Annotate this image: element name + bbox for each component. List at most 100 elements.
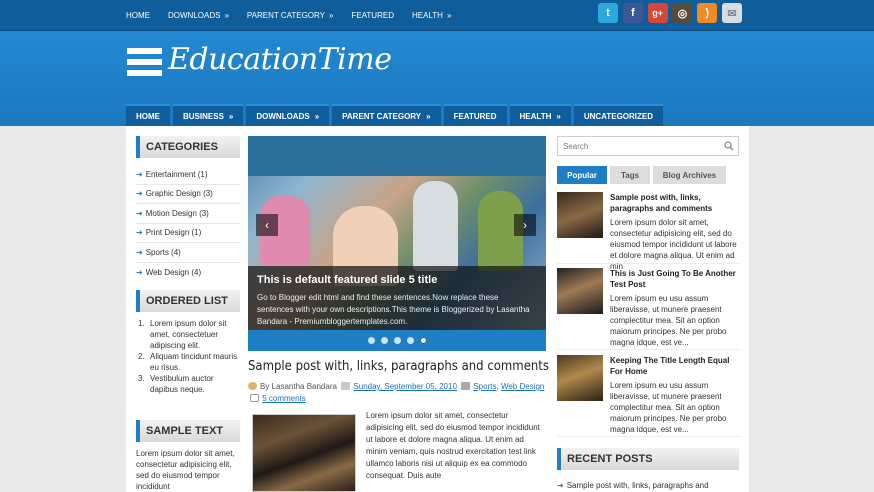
mainnav-item-business[interactable]: BUSINESS » [173, 104, 244, 126]
list-text: Aliquam tincidunt mauris eu risus. [150, 352, 238, 372]
ordered-list-title: ORDERED LIST [136, 290, 240, 312]
post-comments-link[interactable]: 5 comments [262, 394, 306, 403]
mainnav-item-uncategorized[interactable]: UNCATEGORIZED [573, 104, 664, 126]
post-thumbnail[interactable] [252, 414, 356, 492]
post-category-link[interactable]: Sports [473, 382, 496, 391]
menu-logo-icon[interactable] [127, 48, 162, 76]
popular-post-title[interactable]: Sample post with, links, paragraphs and … [610, 192, 741, 214]
popular-post-excerpt: Lorem ipsum dolor sit amet, consectetur … [610, 218, 737, 271]
mainnav-label: HOME [136, 111, 160, 121]
slider-dot[interactable] [406, 337, 414, 344]
caret-icon: » [228, 111, 234, 121]
tab-blog-archives[interactable]: Blog Archives [653, 166, 726, 184]
recent-post-label: Sample post with, links, paragraphs and [566, 481, 709, 490]
slider-prev-button[interactable]: ‹ [256, 214, 278, 236]
category-label: Print Design (1) [145, 228, 202, 238]
slider-dot[interactable] [367, 337, 375, 344]
post-date-link[interactable]: Sunday, September 05, 2010 [353, 382, 456, 391]
rss-icon[interactable]: ) [697, 3, 718, 23]
mainnav-item-home[interactable]: HOME [126, 104, 170, 126]
topnav-item-parent-category[interactable]: PARENT CATEGORY » [247, 11, 334, 20]
arrow-icon: ➜ [136, 169, 143, 179]
tab-popular[interactable]: Popular [557, 166, 607, 184]
category-label: Web Design (4) [145, 267, 202, 277]
search-icon[interactable] [724, 141, 734, 151]
post-author: By Lasantha Bandara [260, 382, 337, 391]
twitter-glyph: t [606, 7, 610, 19]
mainnav-label: FEATURED [453, 111, 497, 121]
search-placeholder: Search [563, 141, 589, 151]
mainnav-label: DOWNLOADS [256, 111, 310, 121]
sample-text-title: SAMPLE TEXT [136, 420, 240, 442]
top-bar: HOME DOWNLOADS» PARENT CATEGORY» FEATURE… [0, 0, 874, 31]
category-item[interactable]: ➜ Graphic Design (3) [136, 185, 240, 204]
categories-title: CATEGORIES [136, 136, 240, 158]
topnav-item-home[interactable]: HOME [126, 11, 150, 20]
slider-dot[interactable] [393, 337, 401, 344]
slide-title[interactable]: This is default featured slide 5 title [257, 274, 537, 286]
topnav-item-health[interactable]: HEALTH» [412, 11, 451, 20]
mainnav-label: BUSINESS [183, 111, 224, 121]
search-input[interactable]: Search [557, 136, 739, 156]
popular-post-item: Sample post with, links, paragraphs and … [557, 192, 741, 271]
caret-icon: » [446, 11, 452, 20]
mainnav-item-health[interactable]: HEALTH » [509, 104, 571, 126]
post-meta: By Lasantha Bandara Sunday, September 05… [248, 381, 546, 405]
popular-post-thumbnail[interactable] [557, 268, 603, 314]
mainnav-label: UNCATEGORIZED [583, 111, 654, 121]
categories-list: ➜ Entertainment (1) ➜ Graphic Design (3) ➜… [136, 165, 240, 282]
post-excerpt: Lorem ipsum dolor sit amet, consectetur … [366, 411, 540, 480]
popular-post-title[interactable]: This is Just Going To Be Another Test Po… [610, 268, 741, 290]
mainnav-item-downloads[interactable]: DOWNLOADS » [246, 104, 330, 126]
slider-pagination [248, 330, 546, 351]
slide-caption: This is default featured slide 5 title G… [248, 266, 546, 330]
site-title[interactable]: EducationTime [168, 42, 392, 77]
mainnav-item-parent-category[interactable]: PARENT CATEGORY » [332, 104, 441, 126]
slider-dot[interactable] [380, 337, 388, 344]
facebook-icon[interactable]: f [622, 3, 643, 23]
topnav-label: HEALTH [411, 11, 443, 20]
category-item[interactable]: ➜ Web Design (4) [136, 263, 240, 283]
email-icon[interactable]: ✉ [721, 3, 742, 23]
list-text: Lorem ipsum dolor sit amet, consectetuer… [150, 319, 227, 350]
instagram-icon[interactable]: ◎ [672, 3, 693, 23]
list-item: 3. Vestibulum auctor dapibus neque. [136, 373, 240, 395]
post-title[interactable]: Sample post with, links, paragraphs and … [248, 359, 549, 374]
list-number: 3. [138, 374, 145, 383]
slider-next-button[interactable]: › [514, 214, 536, 236]
caret-icon: » [314, 111, 320, 121]
topnav-item-featured[interactable]: FEATURED [351, 11, 394, 20]
main-navigation: HOME BUSINESS » DOWNLOADS » PARENT CATEGOR… [126, 104, 666, 126]
category-item[interactable]: ➜ Motion Design (3) [136, 204, 240, 224]
sidebar-tabs: Popular Tags Blog Archives [557, 166, 729, 184]
topnav-label: PARENT CATEGORY [246, 11, 325, 20]
topnav-item-downloads[interactable]: DOWNLOADS» [168, 11, 229, 20]
tab-tags[interactable]: Tags [610, 166, 650, 184]
author-icon [248, 382, 257, 390]
topnav-label: HOME [126, 11, 150, 20]
caret-icon: » [426, 111, 431, 121]
email-glyph: ✉ [727, 7, 737, 20]
category-item[interactable]: ➜ Print Design (1) [136, 224, 240, 243]
popular-post-excerpt: Lorem ipsum eu usu assum liberavisse, ut… [610, 381, 727, 434]
slider-dot-active[interactable] [419, 337, 427, 344]
recent-post-item[interactable]: ➜ Sample post with, links, paragraphs and [557, 481, 709, 490]
category-item[interactable]: ➜ Entertainment (1) [136, 165, 240, 185]
google-plus-icon[interactable]: g+ [647, 3, 668, 23]
twitter-icon[interactable]: t [598, 3, 618, 23]
mainnav-label: HEALTH [519, 111, 552, 121]
popular-post-title[interactable]: Keeping The Title Length Equal For Home [610, 355, 741, 377]
category-item[interactable]: ➜ Sports (4) [136, 243, 240, 263]
caret-icon: » [224, 11, 229, 20]
google-plus-glyph: g+ [652, 8, 663, 18]
list-number: 2. [138, 352, 145, 361]
slide-description: Go to Blogger edit html and find these s… [257, 293, 530, 326]
arrow-icon: ➜ [557, 481, 564, 490]
popular-post-thumbnail[interactable] [557, 355, 603, 401]
post-category-link[interactable]: Web Design [501, 382, 544, 391]
arrow-icon: ➜ [136, 267, 143, 277]
popular-post-item: This is Just Going To Be Another Test Po… [557, 268, 741, 350]
folder-icon [461, 382, 471, 390]
mainnav-item-featured[interactable]: FEATURED [443, 104, 507, 126]
popular-post-thumbnail[interactable] [557, 192, 603, 238]
